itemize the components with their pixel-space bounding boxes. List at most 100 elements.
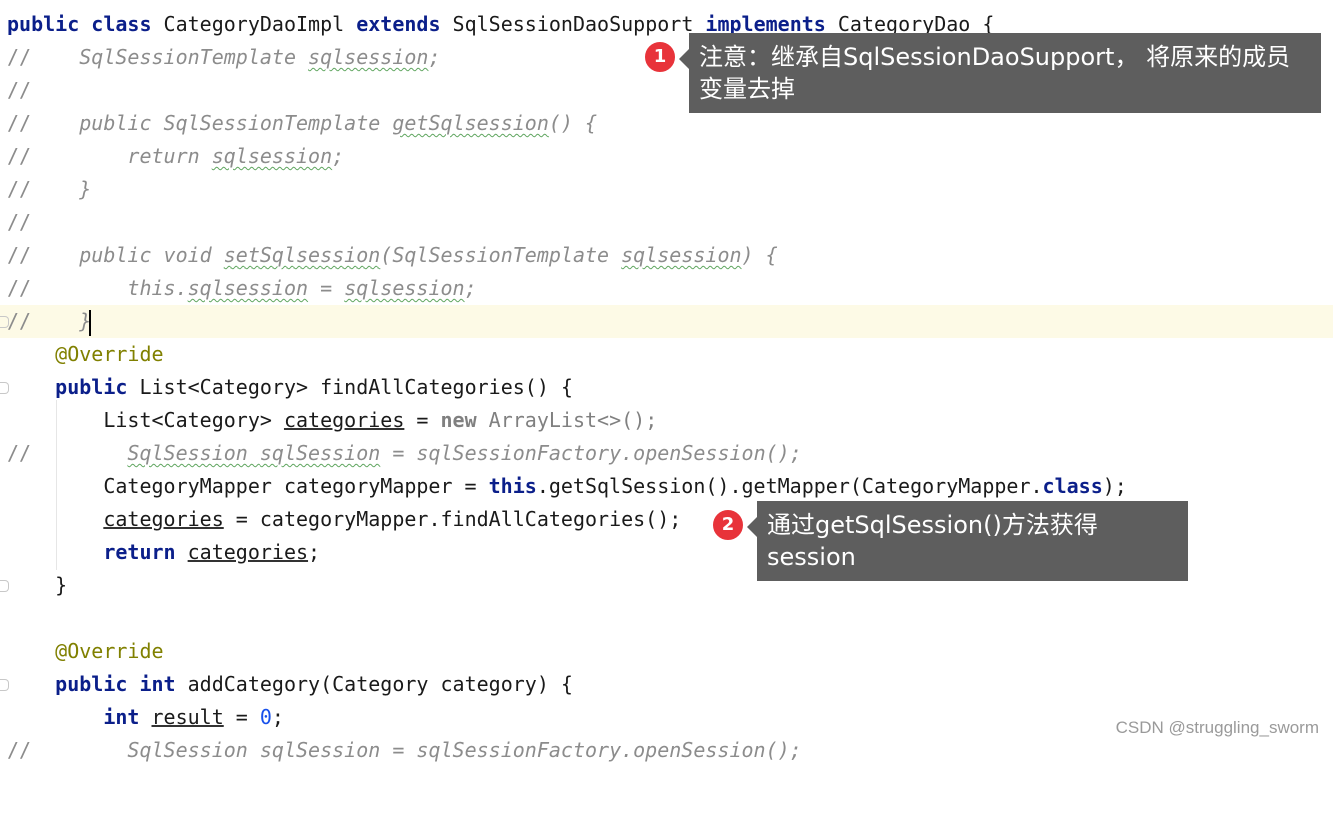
callout-note-2: 通过getSqlSession()方法获得session xyxy=(747,501,1188,581)
comment-text: SqlSession sqlSession = sqlSessionFactor… xyxy=(31,738,802,762)
code-line-8[interactable]: // public void setSqlsession(SqlSessionT… xyxy=(0,239,1333,272)
code-line-5[interactable]: // return sqlsession; xyxy=(0,140,1333,173)
comment-text: = sqlSessionFactory.openSession(); xyxy=(380,441,802,465)
text: List<Category> xyxy=(7,408,284,432)
text xyxy=(139,705,151,729)
comment-text: sqlsession xyxy=(308,45,429,69)
comment-marker: // xyxy=(7,738,32,762)
comment-text: (SqlSessionTemplate xyxy=(380,243,622,267)
code-line-6[interactable]: // } xyxy=(0,173,1333,206)
comment-text: sqlsession xyxy=(187,276,309,300)
keyword: extends xyxy=(356,12,441,36)
code-line-23[interactable]: // SqlSession sqlSession = sqlSessionFac… xyxy=(0,734,1333,767)
comment-marker: // xyxy=(7,177,32,201)
comment-text: = xyxy=(308,276,345,300)
comment-text xyxy=(31,441,127,465)
text: CategoryMapper categoryMapper = xyxy=(7,474,489,498)
comment-text: setSqlsession xyxy=(223,243,381,267)
comment-text: } xyxy=(31,177,92,201)
comment-marker: // xyxy=(7,243,32,267)
comment-text: return xyxy=(31,144,212,168)
comment-marker: // xyxy=(7,45,32,69)
callout-number-badge-1: 1 xyxy=(644,41,676,73)
keyword: new xyxy=(440,408,477,432)
keyword: int xyxy=(103,705,140,729)
keyword: public xyxy=(7,12,80,36)
code-line-15[interactable]: CategoryMapper categoryMapper = this.get… xyxy=(0,470,1333,503)
code-line-10-current[interactable]: // } xyxy=(0,305,1333,338)
code-line-20[interactable]: @Override xyxy=(0,635,1333,668)
number-literal: 0 xyxy=(259,705,272,729)
code-line-21[interactable]: public int addCategory(Category category… xyxy=(0,668,1333,701)
comment-text: sqlsession xyxy=(344,276,465,300)
comment-text: } xyxy=(31,309,92,333)
text xyxy=(477,408,489,432)
comment-marker: // xyxy=(7,144,32,168)
comment-text: public void xyxy=(31,243,224,267)
keyword: public xyxy=(55,375,128,399)
code-line-11[interactable]: @Override xyxy=(0,338,1333,371)
keyword: this xyxy=(488,474,537,498)
method-signature: List<Category> findAllCategories() { xyxy=(127,375,573,399)
text: } xyxy=(7,573,68,597)
superclass-name: SqlSessionDaoSupport xyxy=(440,12,706,36)
comment-text: SqlSession xyxy=(127,441,260,465)
comment-text: ) { xyxy=(741,243,778,267)
keyword: return xyxy=(103,540,176,564)
comment-marker: // xyxy=(7,78,32,102)
text: ArrayList<>(); xyxy=(488,408,658,432)
variable: categories xyxy=(187,540,309,564)
comment-text: ; xyxy=(464,276,477,300)
comment-marker: // xyxy=(7,441,32,465)
text: .getSqlSession().getMapper(CategoryMappe… xyxy=(536,474,1043,498)
text xyxy=(79,12,91,36)
comment-text: ; xyxy=(332,144,345,168)
text: = categoryMapper.findAllCategories(); xyxy=(223,507,682,531)
comment-marker: // xyxy=(7,111,32,135)
annotation: @Override xyxy=(55,639,164,663)
variable: categories xyxy=(283,408,405,432)
annotation: @Override xyxy=(55,342,164,366)
variable: categories xyxy=(103,507,224,531)
comment-text: () { xyxy=(548,111,598,135)
keyword: public xyxy=(55,672,128,696)
comment-text: this. xyxy=(31,276,188,300)
keyword: class xyxy=(91,12,152,36)
variable: result xyxy=(151,705,224,729)
comment-text: sqlsession xyxy=(621,243,742,267)
comment-text: sqlSession xyxy=(259,441,381,465)
class-name: CategoryDaoImpl xyxy=(151,12,357,36)
callout-note-1: 注意：继承自SqlSessionDaoSupport， 将原来的成员变量去掉 xyxy=(679,33,1321,113)
code-line-14[interactable]: // SqlSession sqlSession = sqlSessionFac… xyxy=(0,437,1333,470)
comment-marker: // xyxy=(7,210,32,234)
keyword: class xyxy=(1042,474,1103,498)
keyword: int xyxy=(139,672,176,696)
comment-text: getSqlsession xyxy=(392,111,549,135)
text: ; xyxy=(308,540,321,564)
text: ; xyxy=(271,705,284,729)
watermark: CSDN @struggling_sworm xyxy=(1115,718,1319,737)
text xyxy=(176,540,188,564)
text: = xyxy=(223,705,260,729)
comment-text: ; xyxy=(428,45,441,69)
callout-number-badge-2: 2 xyxy=(712,509,744,541)
comment-text: sqlsession xyxy=(211,144,333,168)
text xyxy=(127,672,139,696)
comment-text: SqlSessionTemplate xyxy=(31,45,309,69)
code-line-13[interactable]: List<Category> categories = new ArrayLis… xyxy=(0,404,1333,437)
code-line-9[interactable]: // this.sqlsession = sqlsession; xyxy=(0,272,1333,305)
method-signature: addCategory(Category category) { xyxy=(175,672,573,696)
comment-marker: // xyxy=(7,276,32,300)
code-line-19[interactable] xyxy=(0,602,1333,635)
text: = xyxy=(404,408,441,432)
code-line-7[interactable]: // xyxy=(0,206,1333,239)
code-line-12[interactable]: public List<Category> findAllCategories(… xyxy=(0,371,1333,404)
text-caret xyxy=(89,309,92,336)
